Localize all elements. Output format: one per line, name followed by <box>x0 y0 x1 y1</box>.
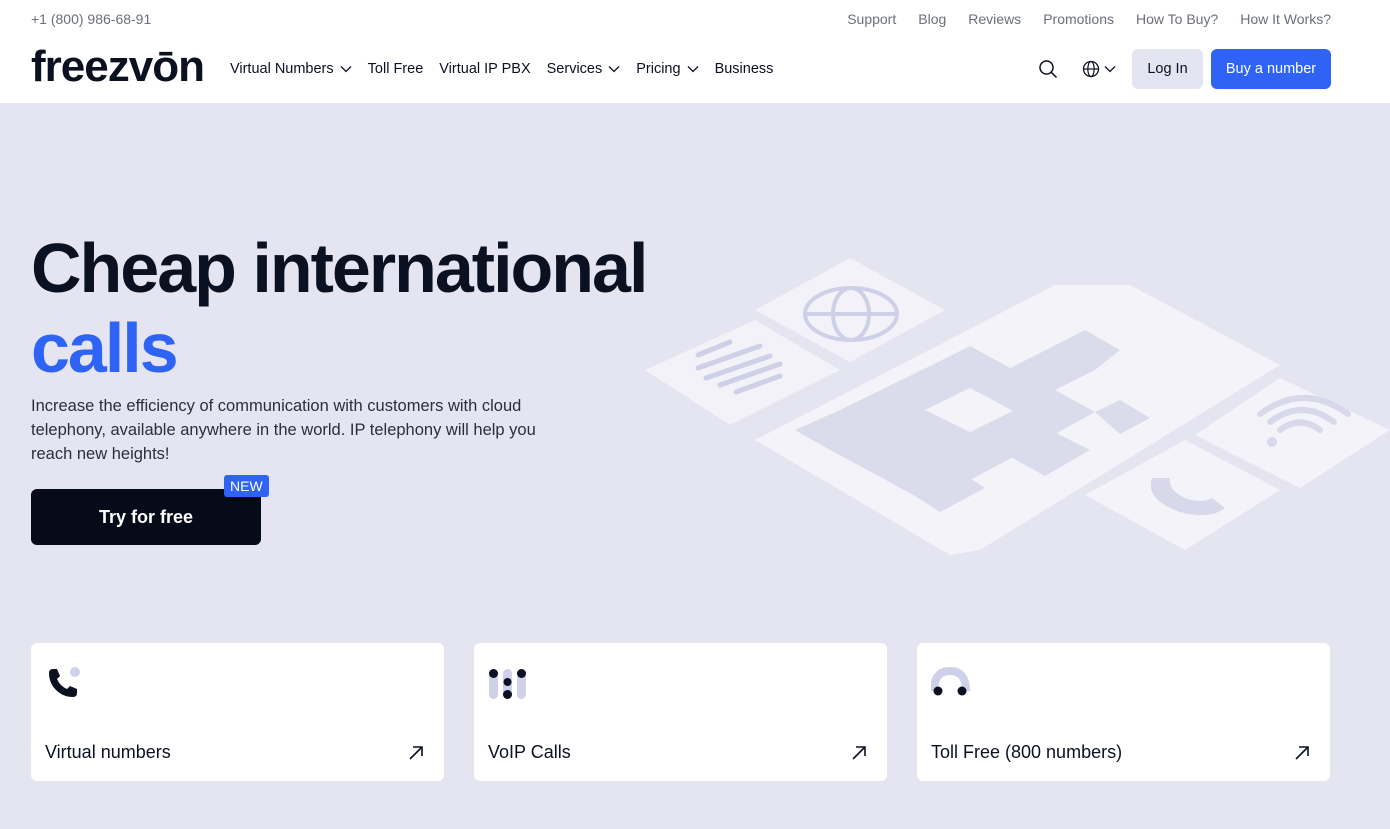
top-link-how-it-works[interactable]: How It Works? <box>1240 11 1331 27</box>
language-selector[interactable] <box>1082 60 1116 78</box>
globe-icon <box>1082 60 1100 78</box>
buy-number-button[interactable]: Buy a number <box>1211 49 1331 89</box>
nav-label: Pricing <box>636 61 681 77</box>
hero-description: Increase the efficiency of communication… <box>31 397 536 463</box>
nav-business[interactable]: Business <box>715 61 774 77</box>
try-for-free-button[interactable]: Try for free <box>31 489 261 545</box>
card-virtual-numbers[interactable]: Virtual numbers <box>31 643 444 781</box>
card-label: Virtual numbers <box>45 742 171 762</box>
nav-toll-free[interactable]: Toll Free <box>368 61 424 77</box>
site-header: +1 (800) 986-68-91 Support Blog Reviews … <box>0 0 1390 104</box>
top-link-support[interactable]: Support <box>847 11 896 27</box>
phone-number[interactable]: +1 (800) 986-68-91 <box>31 11 151 27</box>
top-link-blog[interactable]: Blog <box>918 11 946 27</box>
chevron-down-icon <box>340 66 352 73</box>
card-voip-calls[interactable]: VoIP Calls <box>474 643 887 781</box>
header-tools: Log In Buy a number <box>1038 49 1331 89</box>
chevron-down-icon <box>608 66 620 73</box>
hero-title: Cheap international calls <box>31 228 648 388</box>
topbar: +1 (800) 986-68-91 Support Blog Reviews … <box>31 10 1331 28</box>
phone-icon <box>49 667 80 697</box>
search-button[interactable] <box>1038 59 1058 79</box>
nav-services[interactable]: Services <box>547 61 621 77</box>
search-icon <box>1039 60 1058 79</box>
login-button[interactable]: Log In <box>1132 49 1203 89</box>
voip-icon <box>489 669 526 699</box>
feature-cards: Virtual numbers VoIP Calls Toll Free (80… <box>31 643 1330 781</box>
top-link-reviews[interactable]: Reviews <box>968 11 1021 27</box>
hero-title-line1: Cheap international <box>31 229 648 307</box>
card-label: Toll Free (800 numbers) <box>931 742 1123 762</box>
toll-free-icon <box>931 666 970 696</box>
top-link-how-to-buy[interactable]: How To Buy? <box>1136 11 1218 27</box>
nav-pricing[interactable]: Pricing <box>636 61 699 77</box>
nav-label: Virtual IP PBX <box>439 61 531 77</box>
main-nav: Virtual Numbers Toll Free Virtual IP PBX… <box>230 61 773 77</box>
top-link-promotions[interactable]: Promotions <box>1043 11 1114 27</box>
telephony-illustration <box>645 258 1390 555</box>
new-badge: NEW <box>224 475 269 497</box>
freezvon-logo[interactable]: freezvōn <box>31 45 205 89</box>
chevron-down-icon <box>1104 66 1116 73</box>
arrow-up-right-icon <box>1295 746 1309 760</box>
nav-label: Virtual Numbers <box>229 61 334 77</box>
chevron-down-icon <box>687 66 699 73</box>
nav-label: Toll Free <box>367 61 424 77</box>
nav-virtual-ip-pbx[interactable]: Virtual IP PBX <box>439 61 530 77</box>
nav-label: Services <box>546 61 603 77</box>
arrow-up-right-icon <box>852 746 866 760</box>
arrow-up-right-icon <box>409 746 423 760</box>
nav-virtual-numbers[interactable]: Virtual Numbers <box>230 61 352 77</box>
card-toll-free[interactable]: Toll Free (800 numbers) <box>917 643 1330 781</box>
nav-label: Business <box>714 61 774 77</box>
card-label: VoIP Calls <box>488 742 571 762</box>
hero-title-accent: calls <box>31 309 179 387</box>
main-nav-row: freezvōn Virtual Numbers Toll Free Virtu… <box>31 45 1331 90</box>
top-links: Support Blog Reviews Promotions How To B… <box>847 11 1331 27</box>
